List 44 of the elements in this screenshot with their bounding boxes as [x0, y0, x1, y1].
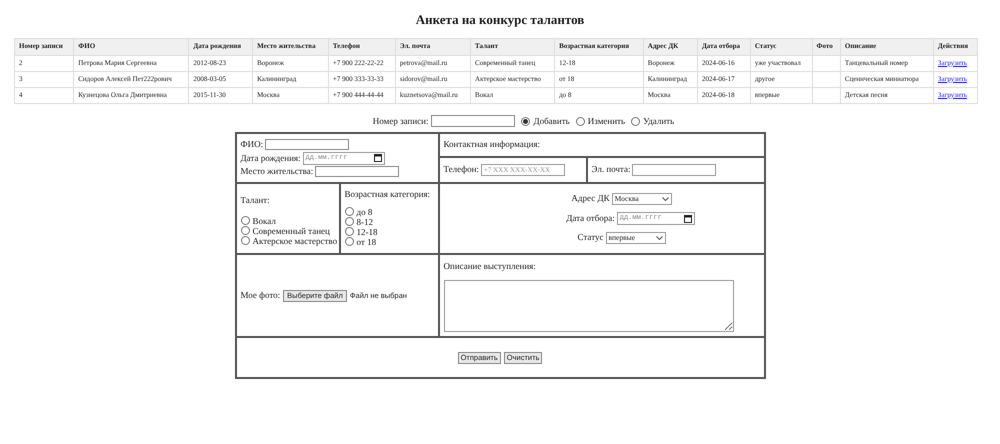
field-label: Дата отбора: [566, 212, 615, 225]
section-heading: Талант: [240, 195, 270, 205]
radio-button[interactable] [344, 207, 354, 216]
radio-button[interactable] [576, 116, 585, 126]
input-field[interactable] [265, 139, 350, 150]
calendar-icon[interactable] [684, 214, 692, 222]
radio-button[interactable] [521, 116, 530, 126]
input-field[interactable] [431, 115, 516, 128]
section-heading: Описание выступления: [444, 261, 536, 271]
field-label: Эл. почта: [592, 163, 630, 176]
field-label: ФИО: [240, 138, 264, 151]
page-title: Анкета на конкурс талантов [416, 11, 584, 29]
description-field[interactable] [444, 280, 734, 332]
field-label: Мое фото: [240, 288, 280, 302]
input-field[interactable] [632, 164, 716, 176]
radio-button[interactable] [344, 227, 354, 236]
radio-label: Вокал [252, 216, 276, 226]
radio-button[interactable] [240, 236, 250, 245]
radio-label: Удалить [643, 114, 674, 128]
radio-button[interactable] [631, 116, 640, 126]
radio-label: Современный танец [252, 226, 330, 236]
radio-label: Добавить [533, 114, 570, 128]
section-heading: Возрастная категория: [344, 189, 430, 199]
radio-label: от 18 [356, 236, 376, 246]
field-label: Номер записи: [372, 114, 428, 128]
calendar-icon[interactable] [374, 154, 382, 162]
caret-icon [656, 236, 662, 240]
field-label: Телефон: [444, 163, 479, 176]
field-label: Дата рождения: [240, 152, 301, 165]
section-heading: Контактная информация: [444, 139, 540, 150]
field-label: Статус [578, 231, 604, 244]
radio-label: до 8 [356, 206, 372, 216]
radio-label: Актерское мастерство [252, 236, 338, 246]
radio-label: Изменить [588, 114, 626, 128]
radio-button[interactable] [240, 216, 250, 225]
field-label: Адрес ДК [571, 192, 610, 206]
radio-button[interactable] [344, 237, 354, 246]
radio-button[interactable] [240, 226, 250, 235]
radio-label: 12-18 [356, 226, 378, 236]
input-field[interactable] [315, 166, 400, 178]
field-label: Место жительства: [240, 165, 314, 178]
radio-label: 8-12 [356, 216, 373, 226]
radio-button[interactable] [344, 217, 354, 226]
caret-icon [662, 197, 669, 201]
